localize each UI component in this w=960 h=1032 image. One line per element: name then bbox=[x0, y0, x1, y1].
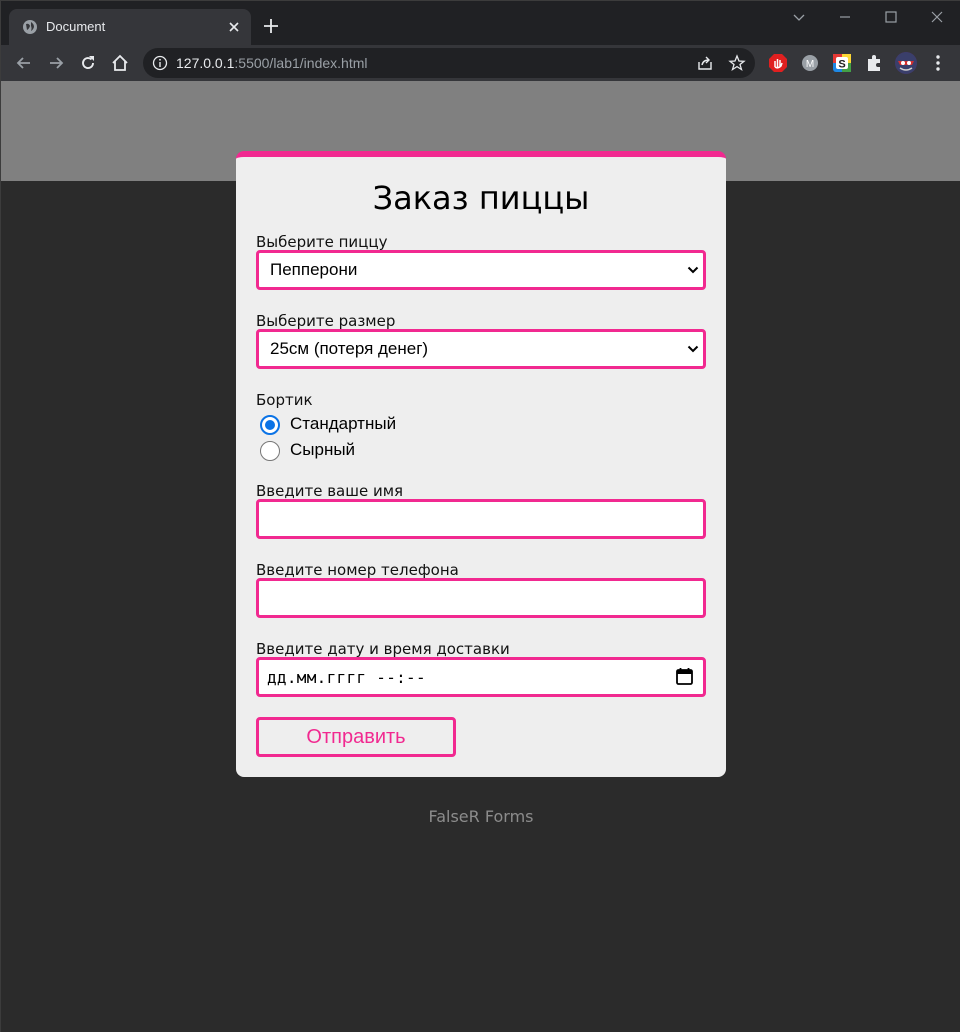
minimize-icon[interactable] bbox=[835, 7, 855, 27]
browser-toolbar: 127.0.0.1:5500/lab1/index.html M S bbox=[1, 45, 960, 81]
radio-standard[interactable] bbox=[260, 415, 280, 435]
radio-cheese-label[interactable]: Сырный bbox=[290, 440, 355, 460]
tab-strip: Document bbox=[1, 1, 960, 45]
avatar[interactable] bbox=[895, 52, 917, 74]
url-host: 127.0.0.1 bbox=[176, 55, 235, 71]
submit-button[interactable]: Отправить bbox=[256, 717, 456, 757]
name-label: Введите ваше имя bbox=[256, 482, 404, 500]
address-bar[interactable]: 127.0.0.1:5500/lab1/index.html bbox=[143, 48, 755, 78]
size-label: Выберите размер bbox=[256, 312, 396, 330]
menu-icon[interactable] bbox=[928, 53, 948, 73]
adblock-extension-icon[interactable] bbox=[768, 53, 788, 73]
home-icon[interactable] bbox=[110, 53, 130, 73]
datetime-input[interactable]: дд.мм.гггг --:-- bbox=[256, 657, 706, 697]
close-icon[interactable] bbox=[225, 18, 243, 36]
chevron-down-icon[interactable] bbox=[789, 7, 809, 27]
maximize-icon[interactable] bbox=[881, 7, 901, 27]
m-extension-icon[interactable]: M bbox=[800, 53, 820, 73]
phone-input[interactable] bbox=[256, 578, 706, 618]
browser-window: Document 127.0.0.1:5500/lab1/index.html … bbox=[0, 0, 960, 1032]
globe-icon bbox=[23, 20, 37, 34]
s-extension-icon[interactable]: S bbox=[832, 53, 852, 73]
form-title: Заказ пиццы bbox=[372, 179, 590, 217]
svg-text:M: M bbox=[806, 59, 814, 70]
profile-avatar-icon bbox=[895, 52, 917, 74]
datetime-label: Введите дату и время доставки bbox=[256, 640, 510, 658]
phone-label: Введите номер телефона bbox=[256, 561, 459, 579]
close-window-icon[interactable] bbox=[927, 7, 947, 27]
back-icon[interactable] bbox=[14, 53, 34, 73]
chevron-down-icon bbox=[687, 345, 699, 353]
share-icon[interactable] bbox=[696, 54, 714, 72]
crust-label: Бортик bbox=[256, 391, 313, 409]
tab-title: Document bbox=[46, 19, 106, 34]
plus-icon[interactable] bbox=[262, 17, 280, 35]
order-form: Заказ пиццы Выберите пиццу Пепперони Выб… bbox=[236, 151, 726, 777]
size-select-value: 25см (потеря денег) bbox=[270, 339, 429, 358]
reload-icon[interactable] bbox=[78, 53, 98, 73]
size-select[interactable]: 25см (потеря денег) bbox=[256, 329, 706, 369]
calendar-icon[interactable] bbox=[675, 667, 694, 686]
forward-icon[interactable] bbox=[46, 53, 66, 73]
info-icon[interactable] bbox=[152, 55, 168, 71]
browser-tab[interactable]: Document bbox=[9, 9, 251, 45]
pizza-label: Выберите пиццу bbox=[256, 233, 388, 251]
extension-icon[interactable] bbox=[864, 53, 884, 73]
star-icon[interactable] bbox=[728, 54, 746, 72]
pizza-select[interactable]: Пепперони bbox=[256, 250, 706, 290]
name-input[interactable] bbox=[256, 499, 706, 539]
chevron-down-icon bbox=[687, 266, 699, 274]
footer-text: FalseR Forms bbox=[428, 807, 534, 826]
radio-cheese[interactable] bbox=[260, 441, 280, 461]
svg-text:S: S bbox=[838, 59, 845, 71]
url-text: 127.0.0.1:5500/lab1/index.html bbox=[176, 55, 367, 71]
radio-standard-label[interactable]: Стандартный bbox=[290, 414, 396, 434]
pizza-select-value: Пепперони bbox=[270, 260, 358, 279]
page-viewport: Заказ пиццы Выберите пиццу Пепперони Выб… bbox=[1, 81, 960, 1032]
datetime-placeholder: дд.мм.гггг --:-- bbox=[267, 668, 426, 687]
url-path: :5500/lab1/index.html bbox=[234, 55, 368, 71]
